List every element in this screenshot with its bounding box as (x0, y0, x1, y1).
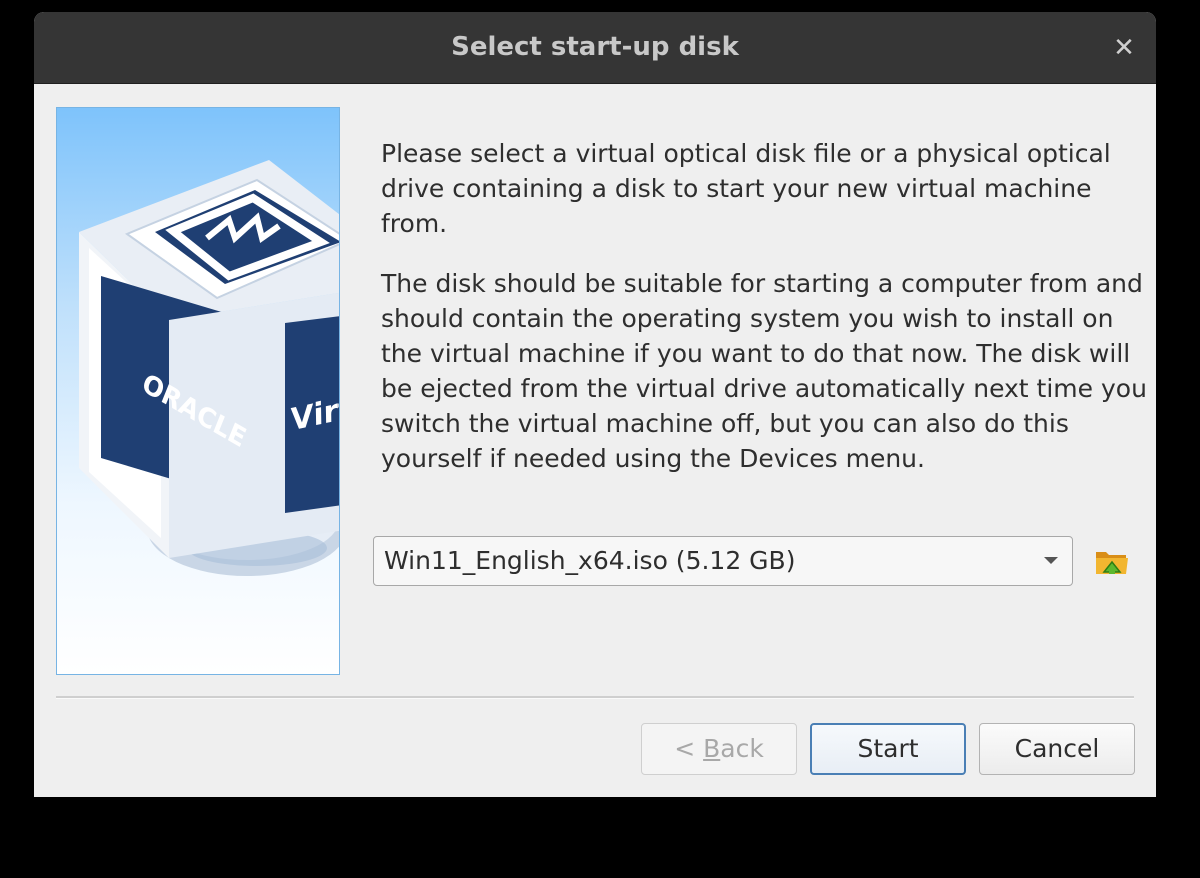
cancel-button[interactable]: Cancel (979, 723, 1135, 775)
chevron-down-icon (1044, 557, 1058, 564)
choose-disk-file-button[interactable] (1092, 542, 1132, 582)
back-button-rest: ack (720, 734, 764, 763)
virtualbox-logo-icon: ORACLE Virt (79, 160, 339, 576)
back-button[interactable]: < Back (641, 723, 797, 775)
title-bar[interactable]: Select start-up disk ✕ (34, 12, 1156, 84)
close-icon[interactable]: ✕ (1110, 34, 1138, 62)
description-paragraph-1: Please select a virtual optical disk fil… (381, 139, 1111, 238)
back-button-mnemonic: B (703, 734, 721, 763)
disk-select-dropdown[interactable]: Win11_English_x64.iso (5.12 GB) (373, 536, 1073, 586)
start-button[interactable]: Start (810, 723, 966, 775)
back-button-prefix: < (674, 734, 704, 763)
button-separator (56, 696, 1134, 699)
folder-open-icon (1096, 552, 1128, 574)
disk-select-value: Win11_English_x64.iso (5.12 GB) (384, 546, 796, 575)
description-paragraph-2: The disk should be suitable for starting… (381, 269, 1147, 473)
dialog-title: Select start-up disk (451, 32, 739, 62)
dialog-window: Select start-up disk ✕ ORACLE Virt Pleas… (34, 12, 1156, 797)
description-text: Please select a virtual optical disk fil… (381, 136, 1151, 501)
virtualbox-banner-image: ORACLE Virt (56, 107, 340, 675)
